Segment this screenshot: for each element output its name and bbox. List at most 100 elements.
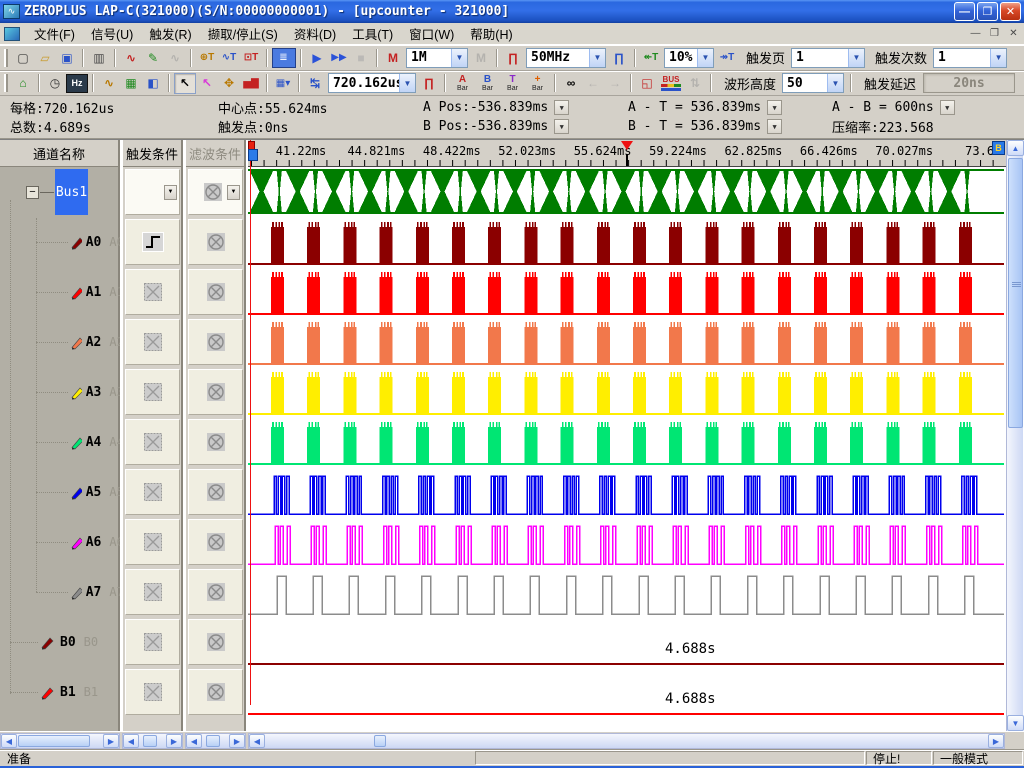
scroll-left-button[interactable]: ◀	[123, 734, 139, 748]
scroll-right-button[interactable]: ▶	[103, 734, 119, 748]
filter-cell-b1[interactable]	[188, 669, 243, 715]
time-div-select[interactable]: 720.162us▼	[328, 73, 416, 93]
waveform-row-a4[interactable]	[248, 417, 1004, 467]
trigger-cell-a6[interactable]	[125, 519, 180, 565]
horizontal-scroll-thumb[interactable]	[18, 735, 90, 747]
trigger-cell-a5[interactable]	[125, 469, 180, 515]
trigger-cell-a7[interactable]	[125, 569, 180, 615]
waveform-hscroll[interactable]: ◀▶	[248, 733, 1005, 749]
sampling-setup-icon[interactable]: ∿	[120, 47, 142, 68]
tree-collapse-icon[interactable]: −	[26, 186, 39, 199]
waveform-row-a7[interactable]	[248, 567, 1004, 617]
chevron-down-icon[interactable]: ▼	[164, 185, 177, 200]
trigger-mark-icon[interactable]: ⊕T	[196, 47, 218, 68]
trigger-range-icon[interactable]: ⊡T	[240, 47, 262, 68]
trigger-level-select[interactable]: 10%▼	[664, 48, 714, 68]
close-button[interactable]: ✕	[1000, 2, 1021, 21]
filter-column-hscroll[interactable]: ◀▶	[185, 733, 246, 749]
memory-depth-select[interactable]: 1M▼	[406, 48, 468, 68]
chevron-down-icon[interactable]: ▼	[554, 100, 569, 115]
waveform-row-a6[interactable]	[248, 517, 1004, 567]
trigger-cell-a1[interactable]	[125, 269, 180, 315]
restore-button[interactable]: ❐	[977, 2, 998, 21]
menu-item-5[interactable]: 资料(D)	[286, 22, 344, 46]
menu-item-8[interactable]: 帮助(H)	[462, 22, 520, 46]
scroll-left-button[interactable]: ◀	[249, 734, 265, 748]
prev-edge-icon[interactable]: ←	[582, 73, 604, 94]
navigator-window-icon[interactable]: ◧	[142, 73, 164, 94]
chevron-down-icon[interactable]: ▼	[940, 100, 955, 115]
waveform-row-b1[interactable]: 4.688s	[248, 667, 1004, 717]
bus-window-icon[interactable]: ≣	[272, 48, 296, 68]
mdi-restore-button[interactable]: ❐	[986, 26, 1003, 41]
trigger-cell-a0[interactable]	[125, 219, 180, 265]
clock-icon[interactable]: ◷	[44, 73, 66, 94]
chevron-down-icon[interactable]: ▼	[767, 119, 782, 134]
chevron-down-icon[interactable]: ▼	[554, 119, 569, 134]
filter-cell-a0[interactable]	[188, 219, 243, 265]
a-bar-marker[interactable]	[248, 149, 258, 161]
frequency-meter-icon[interactable]: Hz	[66, 74, 88, 93]
trigger-column-hscroll[interactable]: ◀▶	[122, 733, 183, 749]
waveform-row-a5[interactable]	[248, 467, 1004, 517]
channel-panel-hscroll[interactable]: ◀▶	[0, 733, 120, 749]
trigger-cell-b1[interactable]	[125, 669, 180, 715]
scroll-down-button[interactable]: ▼	[1007, 715, 1024, 731]
time-ruler[interactable]: B 41.22ms44.821ms48.422ms52.023ms55.624m…	[248, 140, 1006, 167]
chevron-down-icon[interactable]: ▼	[697, 49, 713, 67]
bus-name-box[interactable]: Bus1	[55, 169, 88, 215]
menu-item-6[interactable]: 工具(T)	[344, 22, 401, 46]
trigger-wave-icon[interactable]: ∿T	[218, 47, 240, 68]
chevron-down-icon[interactable]: ▼	[451, 49, 467, 67]
scroll-right-button[interactable]: ▶	[988, 734, 1004, 748]
channel-row-bus1[interactable]: − Bus1	[0, 167, 120, 217]
wave-mode-icon[interactable]: ▦▾	[272, 73, 294, 94]
scroll-up-button[interactable]: ▲	[1007, 140, 1024, 156]
note-tool-icon[interactable]: ↖	[196, 73, 218, 94]
chevron-down-icon[interactable]: ▼	[767, 100, 782, 115]
plus-bar-button[interactable]: +Bar	[525, 73, 550, 94]
filter-cell-a2[interactable]	[188, 319, 243, 365]
filter-cell-a3[interactable]	[188, 369, 243, 415]
chevron-down-icon[interactable]: ▼	[990, 49, 1006, 67]
waveform-window-icon[interactable]: ∿	[98, 73, 120, 94]
sample-wave-icon[interactable]: ∏	[608, 47, 630, 68]
minimize-button[interactable]: —	[954, 2, 975, 21]
run-repeat-icon[interactable]: ▶▶	[328, 47, 350, 68]
filter-cell-a7[interactable]	[188, 569, 243, 615]
save-icon[interactable]: ▣	[56, 47, 78, 68]
waveform-area[interactable]: B 41.22ms44.821ms48.422ms52.023ms55.624m…	[248, 140, 1006, 731]
chevron-down-icon[interactable]: ▼	[848, 49, 864, 67]
horizontal-scroll-thumb[interactable]	[143, 735, 157, 747]
waveform-row-bus1[interactable]	[248, 167, 1004, 217]
trigger-cell-bus1[interactable]: ▼	[125, 169, 180, 215]
horizontal-scroll-thumb[interactable]	[374, 735, 386, 747]
waveform-row-a2[interactable]	[248, 317, 1004, 367]
waveform-row-a0[interactable]	[248, 217, 1004, 267]
b-bar-button[interactable]: BBar	[475, 73, 500, 94]
chevron-down-icon[interactable]: ▼	[589, 49, 605, 67]
chevron-down-icon[interactable]: ▼	[827, 74, 843, 92]
vertical-scrollbar[interactable]: ▲ ▼	[1006, 140, 1023, 731]
mdi-close-button[interactable]: ✕	[1005, 26, 1022, 41]
port-setup-icon[interactable]: ✎	[142, 47, 164, 68]
menu-item-7[interactable]: 窗口(W)	[401, 22, 462, 46]
memory-page-icon[interactable]: M	[470, 47, 492, 68]
waveform-row-b0[interactable]: 4.688s	[248, 617, 1004, 667]
waveform-row-a1[interactable]	[248, 267, 1004, 317]
b-bar-marker[interactable]: B	[992, 141, 1005, 155]
find-icon[interactable]: ∞	[560, 73, 582, 94]
menu-item-1[interactable]: 文件(F)	[26, 22, 83, 46]
mdi-minimize-button[interactable]: —	[967, 26, 984, 41]
listing-window-icon[interactable]: ▦	[120, 73, 142, 94]
filter-cell-b0[interactable]	[188, 619, 243, 665]
filter-cell-bus1[interactable]: ▼	[188, 169, 243, 215]
run-icon[interactable]: ▶	[306, 47, 328, 68]
scroll-right-button[interactable]: ▶	[166, 734, 182, 748]
open-file-icon[interactable]: ▱	[34, 47, 56, 68]
horizontal-scroll-thumb[interactable]	[206, 735, 220, 747]
home-icon[interactable]: ⌂	[12, 73, 34, 94]
a-bar-button[interactable]: ABar	[450, 73, 475, 94]
chevron-down-icon[interactable]: ▼	[227, 185, 240, 200]
filter-cell-a5[interactable]	[188, 469, 243, 515]
